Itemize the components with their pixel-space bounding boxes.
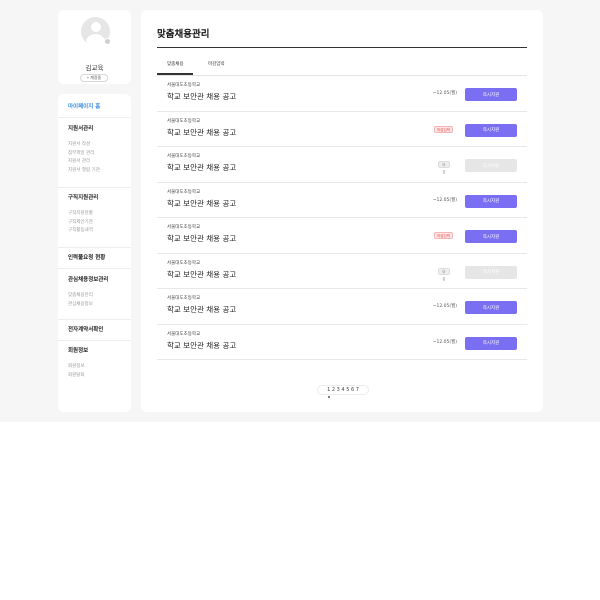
sidebar-item-support-status[interactable]: 구직지원현황 — [68, 210, 128, 219]
avatar-body-shape — [86, 34, 105, 46]
sidebar-section-job-support: 구직지원관리 구직지원현황 구직제안기관 구직활동내역 — [68, 193, 128, 236]
sidebar-section-application: 지원서관리 지원서 작성 첨부파일 관리 지원서 관리 지원서 열람 기관 — [68, 124, 128, 175]
sidebar-item-member-info[interactable]: 회원정보 — [68, 363, 128, 372]
sidebar-section-title: 관심채용정보관리 — [68, 277, 109, 283]
job-school: 서울대도초등학교 — [167, 260, 201, 266]
apply-button[interactable]: 즉시지원 — [465, 301, 517, 314]
page-link-3[interactable]: 3 — [337, 386, 340, 395]
apply-button[interactable]: 즉시지원 — [465, 336, 517, 350]
job-row[interactable]: 서울대도초등학교 학교 보안관 채용 공고 ~12.05(월) 즉시지원 — [157, 289, 527, 325]
sidebar-section-title: 구직지원관리 — [68, 195, 99, 201]
job-school: 서울대도초등학교 — [167, 225, 201, 230]
tab-custom-recruitment[interactable]: 맞춤채용 — [167, 61, 184, 67]
page-title: 맞춤채용관리 — [157, 29, 210, 40]
divider — [58, 247, 131, 248]
status-badge: 마감 — [438, 267, 450, 281]
sidebar-section-interest: 관심채용정보관리 맞춤채용관리 관심채용정보 — [68, 275, 128, 309]
job-school: 서울대도초등학교 — [167, 118, 201, 124]
sidebar-item-proposing-institutions[interactable]: 구직제안기관 — [68, 219, 128, 228]
page-link-7[interactable]: 7 — [356, 386, 359, 395]
job-title[interactable]: 학교 보안관 채용 공고 — [167, 304, 236, 315]
page-link-5[interactable]: 5 — [346, 386, 349, 395]
profile-name: 김교육 — [85, 64, 104, 72]
active-tab-indicator — [157, 73, 193, 75]
job-row[interactable]: 서울대도초등학교 학교 보안관 채용 공고 ~12.05(월) 즉시지원 — [157, 183, 527, 218]
apply-button-disabled: 즉시지원 — [465, 265, 517, 279]
apply-button[interactable]: 즉시지원 — [465, 230, 517, 243]
sidebar-section-title[interactable]: 전자계약서확인 — [68, 325, 128, 333]
page-link-6[interactable]: 6 — [351, 386, 354, 395]
sidebar-item-attachments[interactable]: 첨부파일 관리 — [68, 150, 128, 159]
job-deadline: ~12.05(월) — [432, 304, 457, 309]
pagination: 1234567 — [317, 385, 369, 398]
sidebar-item-interest-recruitment[interactable]: 관심채용정보 — [68, 301, 128, 310]
job-list: 서울대도초등학교 학교 보안관 채용 공고 ~12.05(월) 즉시지원 서울대… — [157, 76, 527, 360]
job-school: 서울대도초등학교 — [167, 83, 201, 88]
sidebar-item-viewing-institutions[interactable]: 지원서 열람 기관 — [68, 167, 128, 176]
divider — [157, 47, 527, 48]
job-row[interactable]: 서울대도초등학교 학교 보안관 채용 공고 ~12.05(월) 즉시지원 — [157, 76, 527, 112]
sidebar-item-activity-history[interactable]: 구직활동내역 — [68, 227, 128, 236]
job-row[interactable]: 서울대도초등학교 학교 보안관 채용 공고 마감 즉시지원 — [157, 254, 527, 289]
tab-bar: 맞춤채용 마감임박 — [157, 59, 527, 76]
avatar-head-shape — [90, 22, 101, 32]
status-badge: 마감임박 — [434, 125, 453, 133]
page-link-4[interactable]: 4 — [341, 386, 344, 395]
job-title[interactable]: 학교 보안관 채용 공고 — [167, 162, 236, 173]
sidebar-section-pool-request: 인력풀요청 현황 — [68, 253, 128, 261]
job-school: 서울대도초등학교 — [167, 189, 201, 195]
page-link-1[interactable]: 1 — [327, 386, 330, 398]
apply-button[interactable]: 즉시지원 — [465, 194, 517, 208]
job-row[interactable]: 서울대도초등학교 학교 보안관 채용 공고 ~12.05(월) 즉시지원 — [157, 325, 527, 360]
profile-card: 김교육 + 계정중 — [58, 10, 131, 84]
divider — [58, 268, 131, 269]
divider — [58, 340, 131, 341]
page-link-2[interactable]: 2 — [332, 386, 335, 395]
status-badge: 마감임박 — [434, 232, 453, 239]
job-title[interactable]: 학교 보안관 채용 공고 — [167, 269, 236, 280]
profile-account-button[interactable]: + 계정중 — [80, 74, 108, 82]
job-title[interactable]: 학교 보안관 채용 공고 — [167, 340, 236, 351]
main-content: 맞춤채용관리 맞춤채용 마감임박 서울대도초등학교 학교 보안관 채용 공고 ~… — [141, 10, 543, 412]
job-title[interactable]: 학교 보안관 채용 공고 — [167, 91, 236, 102]
job-row[interactable]: 서울대도초등학교 학교 보안관 채용 공고 마감임박 즉시지원 — [157, 112, 527, 147]
job-school: 서울대도초등학교 — [167, 296, 201, 301]
job-title[interactable]: 학교 보안관 채용 공고 — [167, 198, 236, 209]
job-row[interactable]: 서울대도초등학교 학교 보안관 채용 공고 마감임박 즉시지원 — [157, 218, 527, 254]
job-deadline: ~12.05(월) — [432, 197, 457, 203]
sidebar-item-manage-application[interactable]: 지원서 관리 — [68, 158, 128, 167]
sidebar-section-title[interactable]: 인력풀요청 현황 — [68, 253, 128, 261]
divider — [58, 117, 131, 118]
job-row[interactable]: 서울대도초등학교 학교 보안관 채용 공고 마감 즉시지원 — [157, 147, 527, 183]
sidebar-section-contract: 전자계약서확인 — [68, 325, 128, 333]
avatar-edit-icon[interactable] — [104, 38, 111, 45]
divider — [58, 187, 131, 188]
job-deadline: ~12.05(월) — [432, 339, 457, 345]
tab-closing-soon[interactable]: 마감임박 — [208, 61, 225, 67]
job-deadline: ~12.05(월) — [432, 91, 457, 96]
sidebar-menu: 마이페이지 홈 지원서관리 지원서 작성 첨부파일 관리 지원서 관리 지원서 … — [58, 94, 131, 412]
job-title[interactable]: 학교 보안관 채용 공고 — [167, 127, 236, 138]
job-school: 서울대도초등학교 — [167, 331, 201, 337]
sidebar-item-custom-recruitment[interactable]: 맞춤채용관리 — [68, 292, 128, 301]
apply-button[interactable]: 즉시지원 — [465, 88, 517, 101]
divider — [58, 319, 131, 320]
status-badge: 마감 — [438, 161, 450, 174]
job-title[interactable]: 학교 보안관 채용 공고 — [167, 233, 236, 244]
sidebar-section-title: 회원정보 — [68, 348, 89, 354]
sidebar-home-link[interactable]: 마이페이지 홈 — [68, 102, 100, 110]
sidebar-section-member: 회원정보 회원정보 회원탈퇴 — [68, 346, 128, 380]
apply-button-disabled: 즉시지원 — [465, 159, 517, 172]
sidebar-item-withdraw[interactable]: 회원탈퇴 — [68, 372, 128, 381]
job-school: 서울대도초등학교 — [167, 154, 201, 159]
sidebar-section-title: 지원서관리 — [68, 126, 94, 132]
apply-button[interactable]: 즉시지원 — [465, 123, 517, 137]
sidebar-item-write-application[interactable]: 지원서 작성 — [68, 141, 128, 150]
